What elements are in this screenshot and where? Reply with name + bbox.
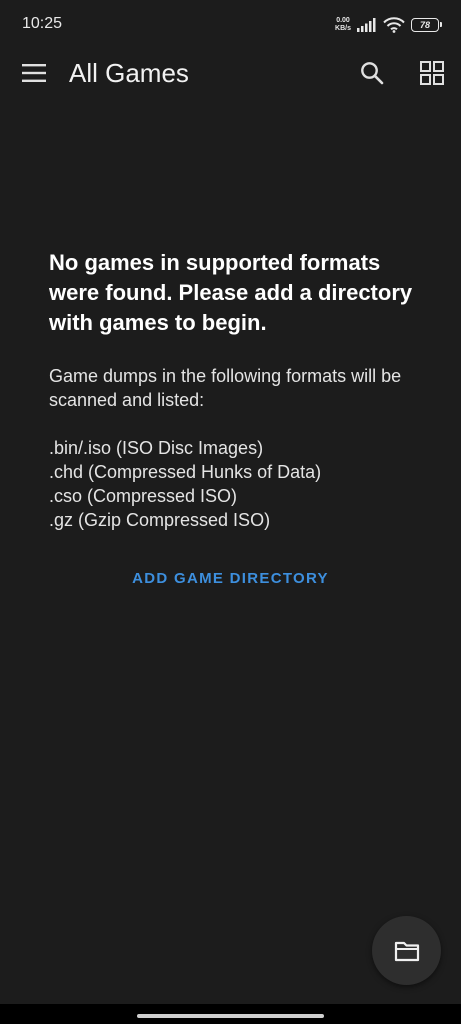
empty-state-description: Game dumps in the following formats will…: [49, 366, 402, 410]
status-time: 10:25: [22, 15, 63, 32]
page-title: All Games: [69, 58, 189, 88]
search-icon[interactable]: [359, 60, 385, 86]
home-indicator[interactable]: [137, 1014, 324, 1018]
status-icons: 0.00 KB/s 78: [335, 14, 442, 36]
network-speed-unit: KB/s: [335, 25, 351, 32]
network-speed-value: 0.00: [336, 17, 350, 24]
battery-icon: 78: [411, 18, 442, 32]
format-item: .chd (Compressed Hunks of Data): [49, 462, 322, 482]
wifi-icon: [383, 17, 405, 33]
folder-icon: [394, 941, 419, 961]
menu-icon[interactable]: [22, 62, 46, 84]
format-item: .gz (Gzip Compressed ISO): [49, 510, 271, 530]
grid-view-icon[interactable]: [419, 60, 445, 86]
battery-level: 78: [419, 20, 430, 30]
app-toolbar: All Games: [0, 50, 461, 96]
status-bar: 10:25 0.00 KB/s 78: [0, 0, 461, 50]
signal-icon: [357, 18, 376, 32]
battery-tip: [440, 22, 442, 27]
system-nav-bar: [0, 1004, 461, 1024]
empty-state-title: No games in supported formats were found…: [49, 250, 413, 335]
format-list: .bin/.iso (ISO Disc Images) .chd (Compre…: [49, 436, 429, 532]
add-game-directory-button[interactable]: ADD GAME DIRECTORY: [0, 570, 461, 587]
network-speed: 0.00 KB/s: [335, 17, 351, 33]
format-item: .bin/.iso (ISO Disc Images): [49, 438, 264, 458]
empty-state: No games in supported formats were found…: [49, 248, 429, 532]
add-directory-fab[interactable]: [372, 916, 441, 985]
format-item: .cso (Compressed ISO): [49, 486, 238, 506]
